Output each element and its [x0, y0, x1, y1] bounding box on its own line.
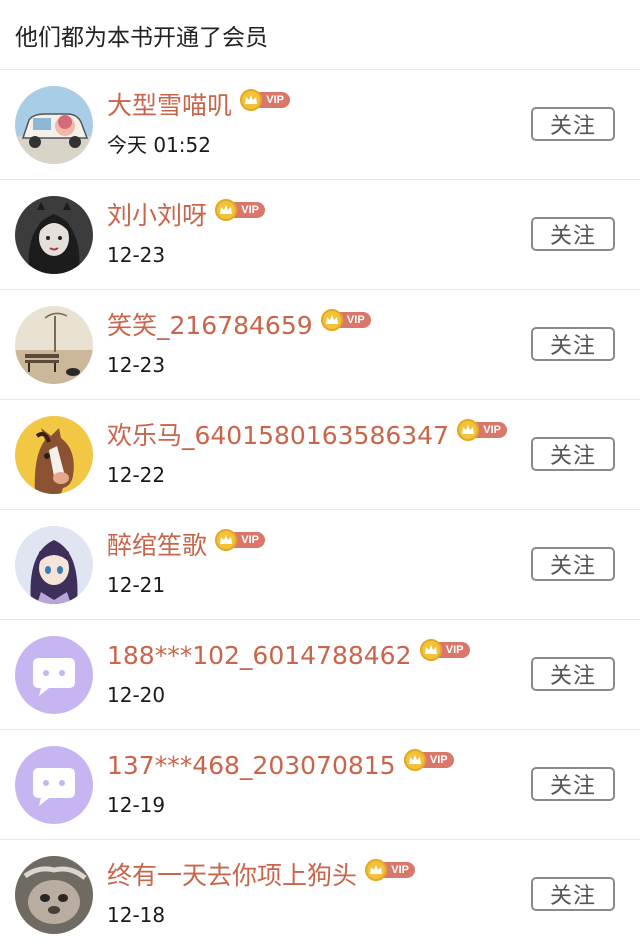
member-name[interactable]: 笑笑_216784659 [107, 310, 313, 342]
list-item[interactable]: 大型雪喵叽 VIP 今天 01:52 关注 [0, 70, 640, 180]
subscribe-time: 12-19 [107, 793, 166, 817]
member-name[interactable]: 欢乐马_6401580163586347 [107, 420, 449, 452]
avatar[interactable] [15, 856, 93, 934]
follow-button[interactable]: 关注 [531, 767, 615, 801]
avatar[interactable] [15, 636, 93, 714]
subscribe-time: 12-22 [107, 463, 166, 487]
animal-photo-icon [15, 856, 93, 934]
default-chat-icon [15, 746, 93, 824]
follow-button[interactable]: 关注 [531, 437, 615, 471]
list-item[interactable]: 137***468_203070815 VIP 12-19 关注 [0, 730, 640, 840]
member-name[interactable]: 醉绾笙歌 [107, 530, 207, 562]
crown-icon [419, 639, 442, 661]
car-cartoon-icon [15, 86, 93, 164]
list-item[interactable]: 醉绾笙歌 VIP 12-21 关注 [0, 510, 640, 620]
horse-cartoon-icon [15, 416, 93, 494]
vip-badge: VIP [240, 89, 292, 111]
vip-badge: VIP [403, 749, 456, 771]
vip-badge: VIP [365, 859, 417, 881]
subscribe-time: 12-23 [107, 243, 166, 267]
member-name[interactable]: 大型雪喵叽 [107, 90, 232, 122]
list-item[interactable]: 欢乐马_6401580163586347 VIP 12-22 关注 [0, 400, 640, 510]
crown-icon [403, 749, 426, 771]
crown-icon [240, 89, 263, 111]
dark-hair-girl-icon [15, 196, 93, 274]
avatar[interactable] [15, 746, 93, 824]
crown-icon [320, 309, 343, 331]
list-item[interactable]: 笑笑_216784659 VIP 12-23 关注 [0, 290, 640, 400]
avatar[interactable] [15, 526, 93, 604]
member-name[interactable]: 188***102_6014788462 [107, 640, 412, 672]
list-item[interactable]: 刘小刘呀 VIP 12-23 关注 [0, 180, 640, 290]
anime-girl-icon [15, 526, 93, 604]
crown-icon [215, 529, 238, 551]
subscribe-time: 12-23 [107, 353, 166, 377]
subscribe-time: 12-18 [107, 903, 166, 927]
follow-button[interactable]: 关注 [531, 877, 615, 911]
vip-badge: VIP [215, 199, 267, 221]
member-list: 大型雪喵叽 VIP 今天 01:52 关注 刘小刘呀 VIP 12-23 关注 … [0, 70, 640, 950]
vip-badge: VIP [419, 639, 472, 661]
page-header: 他们都为本书开通了会员 [0, 0, 640, 70]
crown-icon [457, 419, 479, 441]
vip-badge: VIP [215, 529, 267, 551]
avatar[interactable] [15, 416, 93, 494]
follow-button[interactable]: 关注 [531, 327, 615, 361]
avatar[interactable] [15, 86, 93, 164]
subscribe-time: 12-20 [107, 683, 166, 707]
follow-button[interactable]: 关注 [531, 217, 615, 251]
avatar[interactable] [15, 196, 93, 274]
page-title: 他们都为本书开通了会员 [15, 24, 268, 51]
member-name[interactable]: 137***468_203070815 [107, 750, 396, 782]
subscribe-time: 12-21 [107, 573, 166, 597]
list-item[interactable]: 终有一天去你项上狗头 VIP 12-18 关注 [0, 840, 640, 950]
avatar[interactable] [15, 306, 93, 384]
crown-icon [365, 859, 388, 881]
follow-button[interactable]: 关注 [531, 657, 615, 691]
follow-button[interactable]: 关注 [531, 107, 615, 141]
member-name[interactable]: 刘小刘呀 [107, 200, 207, 232]
subscribe-time: 今天 01:52 [107, 133, 211, 157]
bench-landscape-icon [15, 306, 93, 384]
member-name[interactable]: 终有一天去你项上狗头 [107, 860, 357, 892]
vip-badge: VIP [320, 309, 373, 331]
default-chat-icon [15, 636, 93, 714]
follow-button[interactable]: 关注 [531, 547, 615, 581]
list-item[interactable]: 188***102_6014788462 VIP 12-20 关注 [0, 620, 640, 730]
crown-icon [215, 199, 238, 221]
vip-badge: VIP [457, 419, 509, 441]
